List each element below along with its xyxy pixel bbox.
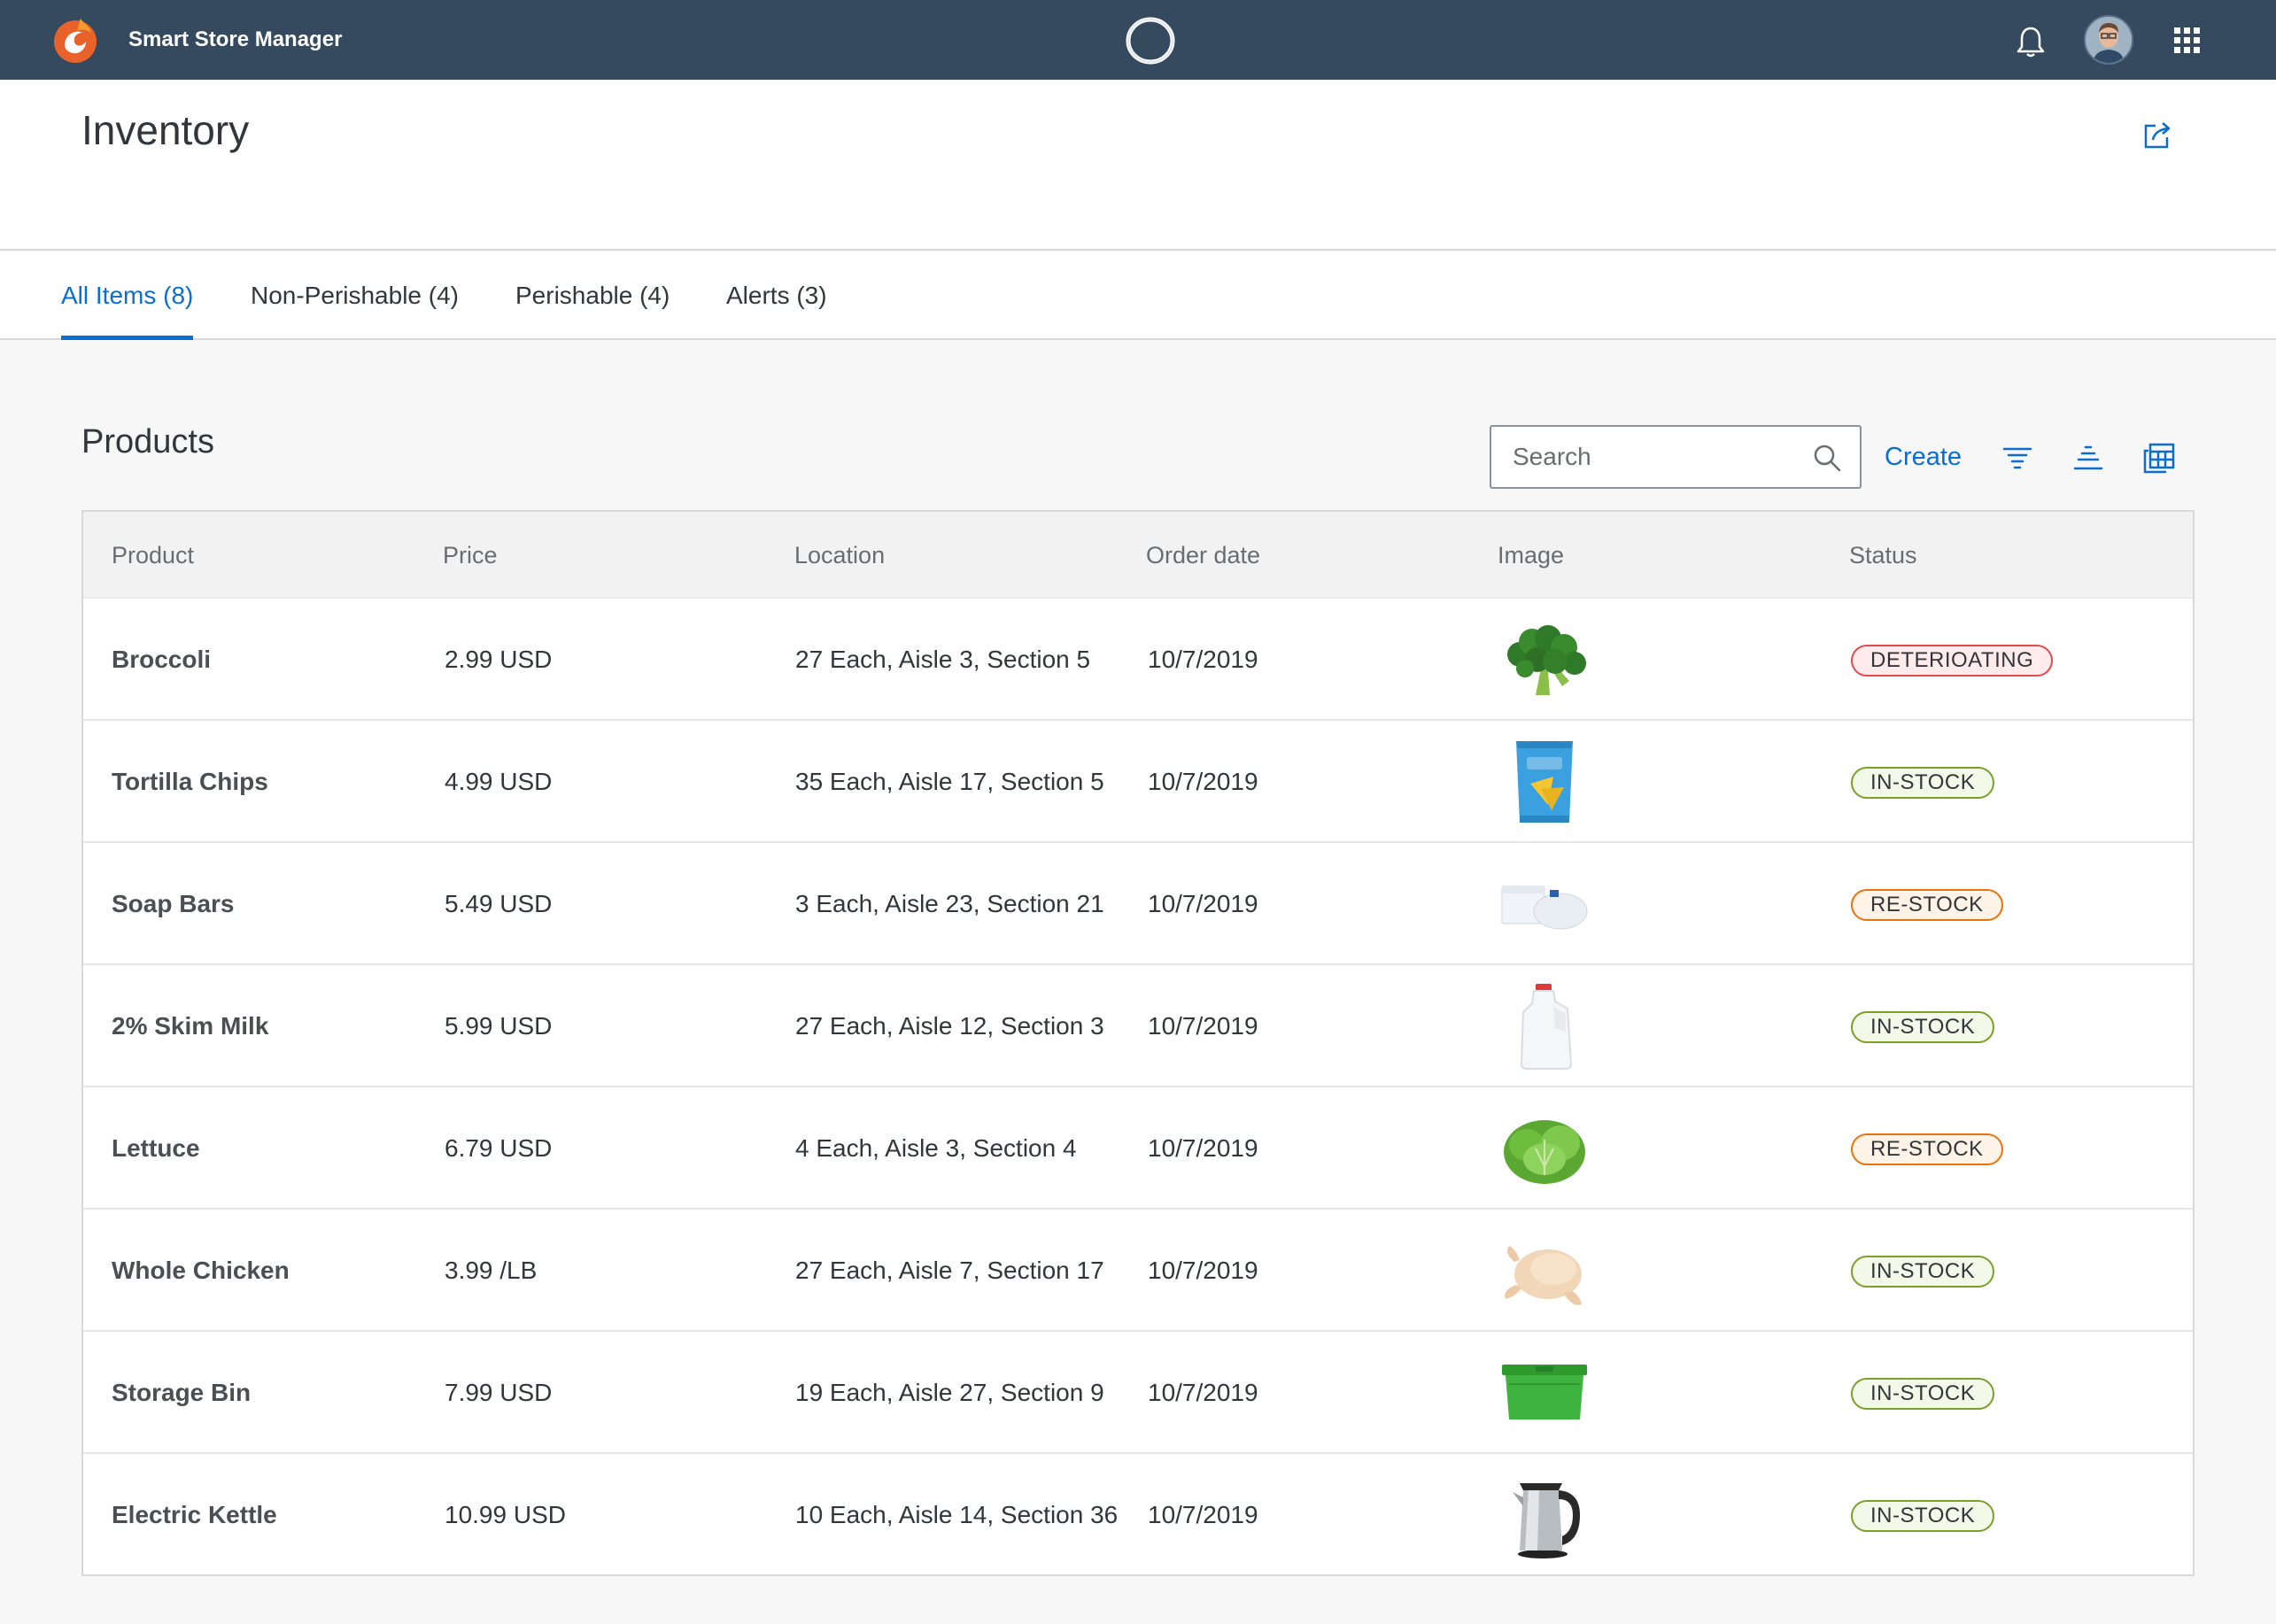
product-price: 5.99 USD bbox=[445, 1012, 553, 1040]
column-header-image[interactable]: Image bbox=[1498, 512, 1564, 599]
product-order-date: 10/7/2019 bbox=[1148, 1257, 1258, 1284]
app-logo-icon[interactable] bbox=[50, 15, 100, 65]
table-row[interactable]: Storage Bin 7.99 USD 19 Each, Aisle 27, … bbox=[83, 1332, 2193, 1454]
bell-icon[interactable] bbox=[2013, 24, 2048, 59]
product-price: 2.99 USD bbox=[445, 646, 553, 673]
product-order-date: 10/7/2019 bbox=[1148, 1379, 1258, 1406]
share-icon[interactable] bbox=[2141, 120, 2173, 151]
column-header-status[interactable]: Status bbox=[1849, 512, 1917, 599]
product-price: 5.49 USD bbox=[445, 890, 553, 917]
status-badge: IN-STOCK bbox=[1851, 1378, 1995, 1410]
avatar-portrait bbox=[2086, 17, 2132, 63]
sort-icon[interactable] bbox=[2071, 440, 2106, 476]
product-price: 6.79 USD bbox=[445, 1134, 553, 1162]
tab-alerts[interactable]: Alerts (3) bbox=[726, 251, 827, 340]
product-price: 3.99 /LB bbox=[445, 1257, 538, 1284]
broccoli-image bbox=[1507, 625, 1586, 695]
product-order-date: 10/7/2019 bbox=[1148, 1134, 1258, 1162]
product-location: 3 Each, Aisle 23, Section 21 bbox=[795, 890, 1104, 917]
page-title: Inventory bbox=[81, 107, 250, 153]
product-order-date: 10/7/2019 bbox=[1148, 1501, 1258, 1528]
status-badge: RE-STOCK bbox=[1851, 1133, 2003, 1165]
product-order-date: 10/7/2019 bbox=[1148, 1012, 1258, 1040]
table-row[interactable]: Tortilla Chips 4.99 USD 35 Each, Aisle 1… bbox=[83, 721, 2193, 843]
product-price: 10.99 USD bbox=[445, 1501, 566, 1528]
lettuce-image bbox=[1504, 1120, 1585, 1184]
product-order-date: 10/7/2019 bbox=[1148, 890, 1258, 917]
page-header: Inventory bbox=[0, 80, 2276, 251]
app-title: Smart Store Manager bbox=[128, 27, 343, 51]
status-badge: IN-STOCK bbox=[1851, 1011, 1995, 1043]
product-name: 2% Skim Milk bbox=[112, 1012, 269, 1040]
column-header-product[interactable]: Product bbox=[112, 512, 194, 599]
product-location: 4 Each, Aisle 3, Section 4 bbox=[795, 1134, 1077, 1162]
table-row[interactable]: Whole Chicken 3.99 /LB 27 Each, Aisle 7,… bbox=[83, 1210, 2193, 1332]
table-row[interactable]: Soap Bars 5.49 USD 3 Each, Aisle 23, Sec… bbox=[83, 843, 2193, 965]
table-row[interactable]: Lettuce 6.79 USD 4 Each, Aisle 3, Sectio… bbox=[83, 1087, 2193, 1210]
search-input[interactable] bbox=[1491, 427, 1810, 487]
status-badge: IN-STOCK bbox=[1851, 1500, 1995, 1532]
status-badge: IN-STOCK bbox=[1851, 1256, 1995, 1288]
product-price: 4.99 USD bbox=[445, 768, 553, 795]
electric-kettle-image bbox=[1513, 1483, 1580, 1558]
table-body: Broccoli 2.99 USD 27 Each, Aisle 3, Sect… bbox=[83, 599, 2193, 1576]
grid-icon[interactable] bbox=[2173, 27, 2202, 55]
soap-bars-image bbox=[1501, 885, 1588, 930]
status-badge: IN-STOCK bbox=[1851, 767, 1995, 799]
product-name: Soap Bars bbox=[112, 890, 235, 917]
products-table: Product Price Location Order date Image … bbox=[81, 510, 2195, 1576]
product-price: 7.99 USD bbox=[445, 1379, 553, 1406]
product-order-date: 10/7/2019 bbox=[1148, 768, 1258, 795]
product-location: 19 Each, Aisle 27, Section 9 bbox=[795, 1379, 1104, 1406]
storage-bin-image bbox=[1502, 1365, 1587, 1419]
product-location: 27 Each, Aisle 12, Section 3 bbox=[795, 1012, 1104, 1040]
product-name: Electric Kettle bbox=[112, 1501, 277, 1528]
column-header-location[interactable]: Location bbox=[794, 512, 885, 599]
table-row[interactable]: Broccoli 2.99 USD 27 Each, Aisle 3, Sect… bbox=[83, 599, 2193, 721]
filter-icon[interactable] bbox=[2000, 440, 2035, 476]
whole-chicken-image bbox=[1505, 1246, 1582, 1305]
product-location: 35 Each, Aisle 17, Section 5 bbox=[795, 768, 1104, 795]
product-order-date: 10/7/2019 bbox=[1148, 646, 1258, 673]
assistant-ring-icon[interactable] bbox=[1124, 15, 1177, 66]
table-row[interactable]: Electric Kettle 10.99 USD 10 Each, Aisle… bbox=[83, 1454, 2193, 1576]
tab-all-items[interactable]: All Items (8) bbox=[61, 251, 194, 340]
create-button[interactable]: Create bbox=[1885, 425, 1962, 489]
table-row[interactable]: 2% Skim Milk 5.99 USD 27 Each, Aisle 12,… bbox=[83, 965, 2193, 1087]
status-badge: DETERIOATING bbox=[1851, 645, 2054, 677]
product-name: Lettuce bbox=[112, 1134, 200, 1162]
product-location: 27 Each, Aisle 7, Section 17 bbox=[795, 1257, 1104, 1284]
table-settings-icon[interactable] bbox=[2141, 440, 2177, 476]
product-name: Storage Bin bbox=[112, 1379, 252, 1406]
status-badge: RE-STOCK bbox=[1851, 889, 2003, 921]
column-header-price[interactable]: Price bbox=[443, 512, 498, 599]
search-field[interactable] bbox=[1490, 425, 1862, 489]
search-icon[interactable] bbox=[1812, 443, 1842, 473]
tab-bar: All Items (8) Non-Perishable (4) Perisha… bbox=[0, 251, 2276, 340]
column-header-order-date[interactable]: Order date bbox=[1146, 512, 1260, 599]
products-title: Products bbox=[81, 423, 214, 460]
product-location: 27 Each, Aisle 3, Section 5 bbox=[795, 646, 1091, 673]
user-avatar[interactable] bbox=[2084, 15, 2133, 65]
product-location: 10 Each, Aisle 14, Section 36 bbox=[795, 1501, 1119, 1528]
table-header: Product Price Location Order date Image … bbox=[83, 512, 2193, 599]
product-name: Tortilla Chips bbox=[112, 768, 268, 795]
tortilla-chips-image bbox=[1516, 741, 1573, 823]
milk-jug-image bbox=[1520, 984, 1573, 1070]
tab-perishable[interactable]: Perishable (4) bbox=[515, 251, 670, 340]
tab-non-perishable[interactable]: Non-Perishable (4) bbox=[251, 251, 459, 340]
product-name: Whole Chicken bbox=[112, 1257, 290, 1284]
product-name: Broccoli bbox=[112, 646, 212, 673]
shell-bar: Smart Store Manager bbox=[0, 0, 2276, 80]
